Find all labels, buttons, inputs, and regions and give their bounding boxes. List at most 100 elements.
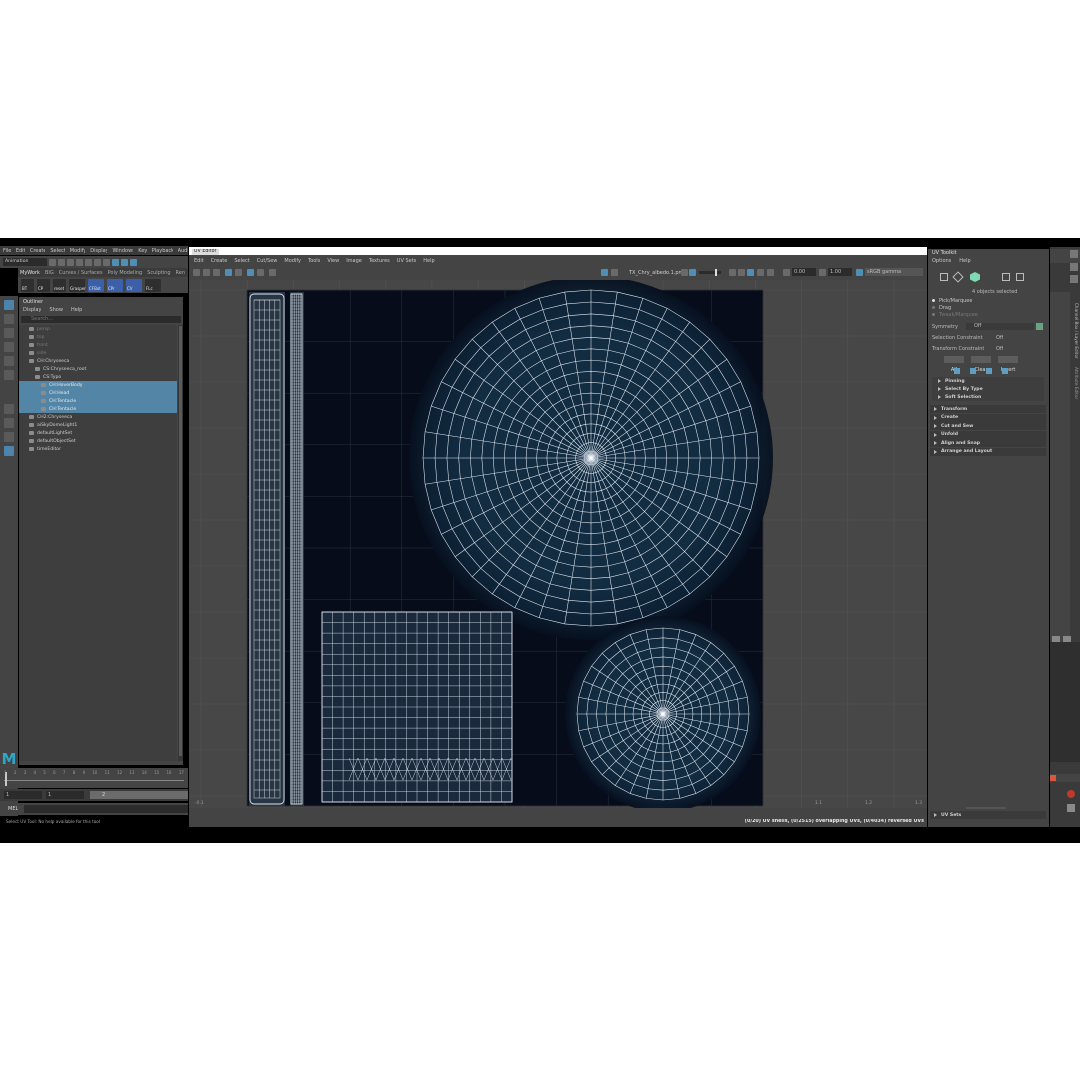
shelf-tab-2[interactable]: Poly Modeling <box>108 270 143 276</box>
pick-mode-option[interactable]: Pick/Marquee <box>932 297 978 304</box>
menu-windows[interactable]: Windows <box>112 248 133 254</box>
dock-icon-1[interactable] <box>1070 250 1078 258</box>
gamma-icon[interactable] <box>819 269 826 276</box>
redo-icon[interactable] <box>85 258 92 266</box>
select-vertex-icon[interactable] <box>940 273 948 281</box>
image-dim-slider[interactable] <box>699 269 721 276</box>
toolkit-all-button[interactable]: All <box>944 356 964 373</box>
section-transform[interactable]: Transform <box>930 405 1046 413</box>
checker-icon[interactable] <box>611 269 618 276</box>
color-space-dropdown[interactable]: sRGB gamma <box>865 268 923 276</box>
outliner-item[interactable]: side <box>19 349 177 357</box>
symmetry-toggle-icon[interactable] <box>1036 323 1043 330</box>
uv-canvas[interactable]: -0.1 1.1 1.2 1.3 <box>189 280 927 808</box>
select-face-icon[interactable] <box>970 272 980 282</box>
move-tool-icon[interactable] <box>4 342 14 352</box>
shelf-button-6[interactable]: CV <box>126 278 142 292</box>
shelf-button-5[interactable]: CPr <box>107 278 123 292</box>
outliner-item[interactable]: CS:Chryseeca_root <box>19 365 177 373</box>
select-component-icon[interactable] <box>112 258 119 266</box>
uv-sets-section[interactable]: UV Sets <box>930 811 1046 819</box>
auto-key-icon[interactable] <box>1067 790 1075 798</box>
menu-key[interactable]: Key <box>138 248 146 254</box>
exposure-icon[interactable] <box>783 269 790 276</box>
uv-menu-textures[interactable]: Textures <box>369 258 390 264</box>
uv-menu-select[interactable]: Select <box>234 258 249 264</box>
uv-toolbar-icon-3[interactable] <box>213 269 220 276</box>
texture-name[interactable]: TX_Chry_albedo.1.png <box>629 270 685 276</box>
uv-menu-view[interactable]: View <box>327 258 339 264</box>
shelf-button-1[interactable]: CP <box>37 278 50 292</box>
uv-toolbar-icon-1[interactable] <box>193 269 200 276</box>
uv-menu-modify[interactable]: Modify <box>284 258 301 264</box>
shelf-button-3[interactable]: Grasper <box>69 278 86 292</box>
shrink-selection-icon[interactable] <box>970 368 976 374</box>
shelf-tab-0[interactable]: BIG <box>45 270 54 276</box>
subsection-soft-selection[interactable]: Soft Selection <box>932 393 1044 401</box>
shelf-tab-4[interactable]: Ren <box>176 270 186 276</box>
grow-selection-icon[interactable] <box>954 368 960 374</box>
dock-icon-3[interactable] <box>1070 275 1078 283</box>
outliner-item[interactable]: CH:Head <box>19 389 177 397</box>
outliner-item[interactable]: CH:Chryseeca <box>19 357 177 365</box>
toolkit-clear-button[interactable]: Clear <box>971 356 991 373</box>
exposure-field[interactable]: 0.00 <box>792 268 816 276</box>
uv-toolbar-icon-2[interactable] <box>203 269 210 276</box>
uv-shaded-icon[interactable] <box>247 269 254 276</box>
outliner-item[interactable]: defaultLightSet <box>19 429 177 437</box>
workspace-label[interactable]: MyWork <box>20 270 40 276</box>
alpha-channel-icon[interactable] <box>747 269 754 276</box>
outliner-layout-icon[interactable] <box>4 446 14 456</box>
lasso-tool-icon[interactable] <box>4 314 14 324</box>
time-slider[interactable]: 1 2 3 4 5 6 7 8 9 10 11 12 13 14 15 16 17 <box>0 768 188 788</box>
paint-tool-icon[interactable] <box>4 328 14 338</box>
outliner-item[interactable]: front <box>19 341 177 349</box>
rgb-channel-icon[interactable] <box>738 269 745 276</box>
outliner-search-input[interactable]: Search... <box>21 316 181 323</box>
pick-mode-option[interactable]: Drag <box>932 304 978 311</box>
start-frame-field[interactable]: 1 <box>4 791 42 799</box>
toolkit-scroll-handle[interactable] <box>966 807 1006 809</box>
uv-grid-icon[interactable] <box>225 269 232 276</box>
menu-audi[interactable]: Audi <box>178 248 188 254</box>
uv-toolbar-icon-7[interactable] <box>257 269 264 276</box>
uv-menu-image[interactable]: Image <box>346 258 362 264</box>
symmetry-dropdown[interactable]: Off <box>966 323 1034 330</box>
outliner-item[interactable]: persp <box>19 325 177 333</box>
layer-icon-1[interactable] <box>1052 636 1060 642</box>
dim-image-icon[interactable] <box>681 269 688 276</box>
uv-menu-tools[interactable]: Tools <box>308 258 320 264</box>
outliner-item[interactable]: CH:Tentacle <box>19 397 177 405</box>
rotate-tool-icon[interactable] <box>4 356 14 366</box>
view-transform-icon[interactable] <box>856 269 863 276</box>
save-scene-icon[interactable] <box>67 258 74 266</box>
toolkit-menu-options[interactable]: Options <box>932 258 951 264</box>
toolkit-invert-button[interactable]: Invert <box>998 356 1018 373</box>
new-scene-icon[interactable] <box>49 258 56 266</box>
select-border-icon[interactable] <box>986 368 992 374</box>
image-ratio-icon[interactable] <box>689 269 696 276</box>
transform-constraint-value[interactable]: Off <box>996 346 1003 352</box>
section-create[interactable]: Create <box>930 413 1046 422</box>
section-unfold[interactable]: Unfold <box>930 430 1046 439</box>
select-hierarchy-icon[interactable] <box>94 258 101 266</box>
mel-input[interactable] <box>24 805 188 813</box>
outliner-scrollbar[interactable] <box>178 325 183 761</box>
snap-grid-icon[interactable] <box>121 258 128 266</box>
mode-dropdown[interactable]: Animation <box>3 258 47 266</box>
shelf-tab-1[interactable]: Curves / Surfaces <box>59 270 103 276</box>
shelf-button-4[interactable]: CFBot <box>88 278 104 292</box>
toolkit-menu-help[interactable]: Help <box>959 258 970 264</box>
uv-menu-create[interactable]: Create <box>211 258 228 264</box>
prefs-icon[interactable] <box>1067 804 1075 812</box>
select-object-icon[interactable] <box>103 258 110 266</box>
gamma-field[interactable]: 1.00 <box>828 268 852 276</box>
menu-modify[interactable]: Modify <box>70 248 85 254</box>
uv-menu-cut-sew[interactable]: Cut/Sew <box>257 258 278 264</box>
dock-icon-2[interactable] <box>1070 263 1078 271</box>
channel-box-tab[interactable]: Channel Box / Layer Editor <box>1071 303 1079 363</box>
uv-menu-help[interactable]: Help <box>423 258 434 264</box>
outliner-item[interactable]: CH2:Chryseeca <box>19 413 177 421</box>
shelf-button-2[interactable]: reset <box>53 278 66 292</box>
section-cut-and-sew[interactable]: Cut and Sew <box>930 422 1046 430</box>
